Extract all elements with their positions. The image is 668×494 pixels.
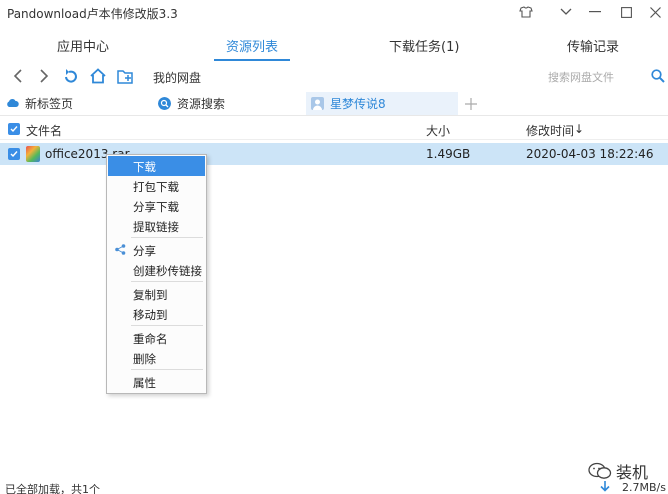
menu-separator [131, 369, 203, 370]
search-icon[interactable] [648, 66, 668, 86]
menu-item-download[interactable]: 下载 [108, 156, 205, 176]
wechat-icon [588, 462, 612, 479]
status-bar: 已全部加载，共1个 2.7MB/s [0, 480, 668, 494]
load-status: 已全部加载，共1个 [5, 483, 100, 494]
col-name[interactable]: 文件名 [26, 122, 62, 139]
rar-archive-icon [26, 146, 40, 162]
menu-item-delete[interactable]: 删除 [108, 348, 205, 368]
close-icon[interactable] [643, 2, 667, 22]
col-size[interactable]: 大小 [426, 122, 450, 139]
menu-item-copy-to[interactable]: 复制到 [108, 284, 205, 304]
row-checkbox[interactable] [8, 148, 20, 160]
file-modified: 2020-04-03 18:22:46 [526, 147, 654, 161]
active-tab-indicator [214, 59, 290, 61]
home-icon[interactable] [88, 66, 108, 86]
tab-transfer-records[interactable]: 传输记录 [567, 36, 619, 55]
table-row[interactable]: office2013.rar 1.49GB 2020-04-03 18:22:4… [0, 143, 668, 165]
main-nav: 应用中心 资源列表 下载任务(1) 传输记录 [0, 28, 668, 62]
menu-item-create-instant-link[interactable]: 创建秒传链接 [108, 260, 205, 280]
tab-label: 星梦传说8 [330, 97, 386, 111]
sort-arrow-icon: ↓ [574, 122, 585, 136]
menu-separator [131, 237, 203, 238]
menu-separator [131, 281, 203, 282]
minimize-icon[interactable] [583, 2, 607, 22]
menu-item-properties[interactable]: 属性 [108, 372, 205, 392]
tab-xingmeng[interactable]: 星梦传说8 [306, 92, 458, 115]
context-menu: 下载 打包下载 分享下载 提取链接 分享 创建秒传链接 复制到 移动到 重命名 … [106, 154, 207, 394]
tab-label: 新标签页 [25, 97, 74, 111]
search-box [548, 68, 648, 86]
menu-item-pack-download[interactable]: 打包下载 [108, 176, 205, 196]
menu-separator [131, 325, 203, 326]
current-path[interactable]: 我的网盘 [153, 69, 201, 86]
menu-item-move-to[interactable]: 移动到 [108, 304, 205, 324]
refresh-icon[interactable] [61, 66, 81, 86]
menu-item-extract-link[interactable]: 提取链接 [108, 216, 205, 236]
maximize-icon[interactable] [614, 2, 638, 22]
file-size: 1.49GB [426, 147, 471, 161]
search-circle-icon [158, 97, 171, 110]
download-speed: 2.7MB/s [622, 481, 666, 494]
tab-resource-list[interactable]: 资源列表 [226, 36, 278, 55]
menu-item-share-download[interactable]: 分享下载 [108, 196, 205, 216]
menu-item-rename[interactable]: 重命名 [108, 328, 205, 348]
download-arrow-icon [600, 481, 610, 492]
window-title: Pandownload卢本伟修改版3.3 [7, 7, 178, 21]
col-modified[interactable]: 修改时间 [526, 122, 574, 139]
tab-app-center[interactable]: 应用中心 [57, 36, 109, 55]
column-header: 文件名 大小 修改时间 ↓ [0, 118, 668, 140]
menu-dropdown-icon[interactable] [554, 2, 578, 22]
menu-item-share[interactable]: 分享 [108, 240, 205, 260]
new-folder-icon[interactable] [116, 66, 136, 86]
watermark: 装机 [588, 460, 648, 482]
share-icon [115, 244, 126, 255]
tab-resource-search[interactable]: 资源搜索 [158, 92, 304, 115]
cloud-icon [7, 99, 19, 107]
back-icon[interactable] [8, 66, 28, 86]
tab-label: 资源搜索 [177, 97, 226, 111]
title-bar: Pandownload卢本伟修改版3.3 [0, 0, 668, 26]
search-input[interactable] [548, 68, 648, 86]
forward-icon[interactable] [34, 66, 54, 86]
tab-download-tasks[interactable]: 下载任务(1) [389, 36, 459, 55]
add-tab-icon[interactable] [464, 92, 478, 115]
avatar-icon [311, 97, 324, 110]
skin-icon[interactable] [514, 2, 538, 22]
browser-tabs: 新标签页 资源搜索 星梦传说8 [0, 92, 668, 116]
tab-new-page[interactable]: 新标签页 [6, 92, 156, 115]
toolbar: 我的网盘 [0, 64, 668, 90]
select-all-checkbox[interactable] [8, 123, 20, 135]
